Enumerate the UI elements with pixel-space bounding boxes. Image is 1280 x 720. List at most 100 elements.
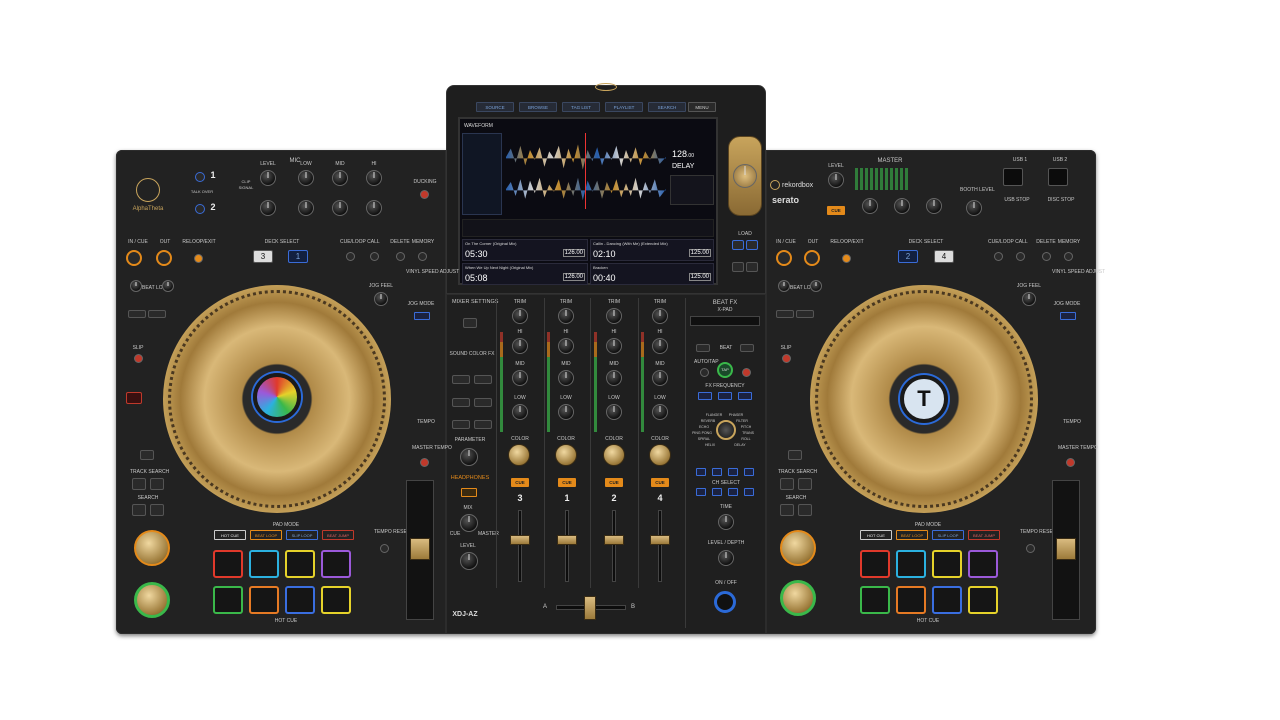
left-jog-feel-knob[interactable] <box>374 292 388 306</box>
mic-2-on-button[interactable] <box>195 204 205 214</box>
left-cue-call-next[interactable] <box>370 252 379 261</box>
fx-quantize-button[interactable] <box>742 368 751 377</box>
right-tempo-fader[interactable] <box>1056 538 1076 560</box>
ch3-mid-knob[interactable] <box>512 370 528 386</box>
ch2-mid-knob[interactable] <box>606 370 622 386</box>
right-pad-8[interactable] <box>968 586 998 614</box>
ch4-fader[interactable] <box>650 535 670 545</box>
color-fx-button-5[interactable] <box>452 420 470 429</box>
ch4-low-knob[interactable] <box>652 404 668 420</box>
source-list[interactable] <box>462 133 502 215</box>
right-loop-half-button[interactable] <box>778 280 790 292</box>
ch3-low-knob[interactable] <box>512 404 528 420</box>
browse-encoder[interactable] <box>733 164 757 188</box>
left-pad-8[interactable] <box>321 586 351 614</box>
right-memory-button[interactable] <box>1064 252 1073 261</box>
right-cue-call-next[interactable] <box>1016 252 1025 261</box>
left-deck-select-3[interactable]: 3 <box>253 250 273 263</box>
color-fx-button-1[interactable] <box>452 375 470 384</box>
fx-select-knob[interactable] <box>716 420 736 440</box>
tab-menu[interactable]: MENU <box>688 102 716 112</box>
ducking-button[interactable] <box>420 190 429 199</box>
fx-freq-hi[interactable] <box>738 392 752 400</box>
right-shift-button[interactable] <box>788 450 802 460</box>
color-fx-button-6[interactable] <box>474 420 492 429</box>
right-beat-jump-fwd[interactable] <box>796 310 814 318</box>
left-master-tempo-button[interactable] <box>420 458 429 467</box>
right-pad-mode-slip-loop[interactable]: SLIP LOOP <box>932 530 964 540</box>
ch2-fader[interactable] <box>604 535 624 545</box>
fx-time-knob[interactable] <box>718 514 734 530</box>
right-pad-3[interactable] <box>932 550 962 578</box>
ch4-color-knob[interactable] <box>649 444 671 466</box>
fx-ch-4[interactable] <box>744 468 754 476</box>
right-tempo-reset-button[interactable] <box>1026 544 1035 553</box>
right-pad-mode-beat-jump[interactable]: BEAT JUMP <box>968 530 1000 540</box>
touch-screen[interactable]: WAVEFORM 128.00 DELAY On The Corner (Ori… <box>458 117 718 285</box>
right-cue-button[interactable] <box>780 530 816 566</box>
right-slip-button[interactable] <box>782 354 791 363</box>
master-eq-low-knob[interactable] <box>862 198 878 214</box>
left-pad-2[interactable] <box>249 550 279 578</box>
left-loop-half-button[interactable] <box>130 280 142 292</box>
right-search-fwd[interactable] <box>798 504 812 516</box>
left-beat-jump-back[interactable] <box>128 310 146 318</box>
right-pad-1[interactable] <box>860 550 890 578</box>
ch1-trim-knob[interactable] <box>558 308 574 324</box>
left-pad-mode-beat-jump[interactable]: BEAT JUMP <box>322 530 354 540</box>
mic-1-level-knob[interactable] <box>260 170 276 186</box>
mixer-settings-button[interactable] <box>463 318 477 328</box>
ch1-fader[interactable] <box>557 535 577 545</box>
beat-right-button[interactable] <box>740 344 754 352</box>
headphones-mix-knob[interactable] <box>460 514 478 532</box>
left-tempo-reset-button[interactable] <box>380 544 389 553</box>
ch2-trim-knob[interactable] <box>606 308 622 324</box>
left-pad-mode-beat-loop[interactable]: BEAT LOOP <box>250 530 282 540</box>
left-search-fwd[interactable] <box>150 504 164 516</box>
left-track-search-prev[interactable] <box>132 478 146 490</box>
left-pad-mode-slip-loop[interactable]: SLIP LOOP <box>286 530 318 540</box>
right-jog-feel-knob[interactable] <box>1022 292 1036 306</box>
ch4-trim-knob[interactable] <box>652 308 668 324</box>
load-button-1[interactable] <box>732 240 744 250</box>
mic-2-hi-knob[interactable] <box>366 200 382 216</box>
auto-tap-button[interactable] <box>700 368 709 377</box>
ch1-hi-knob[interactable] <box>558 338 574 354</box>
ch3-fader[interactable] <box>510 535 530 545</box>
fx-ch-select-2[interactable] <box>712 488 722 496</box>
right-beat-jump-back[interactable] <box>776 310 794 318</box>
left-delete-button[interactable] <box>396 252 405 261</box>
left-reverse-button[interactable] <box>126 392 142 404</box>
ch3-color-knob[interactable] <box>508 444 530 466</box>
tab-search[interactable]: SEARCH <box>648 102 686 112</box>
left-memory-button[interactable] <box>418 252 427 261</box>
fx-ch-select-1[interactable] <box>696 488 706 496</box>
left-cue-button[interactable] <box>134 530 170 566</box>
left-vinyl-button[interactable] <box>414 312 430 320</box>
mic-2-level-knob[interactable] <box>260 200 276 216</box>
right-deck-select-2[interactable]: 2 <box>898 250 918 263</box>
master-cue-button[interactable]: CUE <box>827 206 845 215</box>
ch1-cue-button[interactable]: CUE <box>558 478 576 487</box>
tab-playlist[interactable]: PLAYLIST <box>605 102 643 112</box>
fx-ch-3[interactable] <box>728 468 738 476</box>
left-cue-call-prev[interactable] <box>346 252 355 261</box>
left-pad-5[interactable] <box>213 586 243 614</box>
fx-freq-mid[interactable] <box>718 392 732 400</box>
left-search-back[interactable] <box>132 504 146 516</box>
ch2-hi-knob[interactable] <box>606 338 622 354</box>
master-level-knob[interactable] <box>828 172 844 188</box>
right-pad-7[interactable] <box>932 586 962 614</box>
headphones-level-knob[interactable] <box>460 552 478 570</box>
x-pad-strip[interactable] <box>690 316 760 326</box>
left-pad-7[interactable] <box>285 586 315 614</box>
left-pad-3[interactable] <box>285 550 315 578</box>
fx-param-panel[interactable] <box>670 175 714 205</box>
ch3-cue-button[interactable]: CUE <box>511 478 529 487</box>
right-pad-5[interactable] <box>860 586 890 614</box>
ch3-trim-knob[interactable] <box>512 308 528 324</box>
left-pad-mode-hot-cue[interactable]: HOT CUE <box>214 530 246 540</box>
right-out-button[interactable] <box>804 250 820 266</box>
track-tag-grid[interactable] <box>462 219 714 237</box>
master-eq-mid-knob[interactable] <box>894 198 910 214</box>
